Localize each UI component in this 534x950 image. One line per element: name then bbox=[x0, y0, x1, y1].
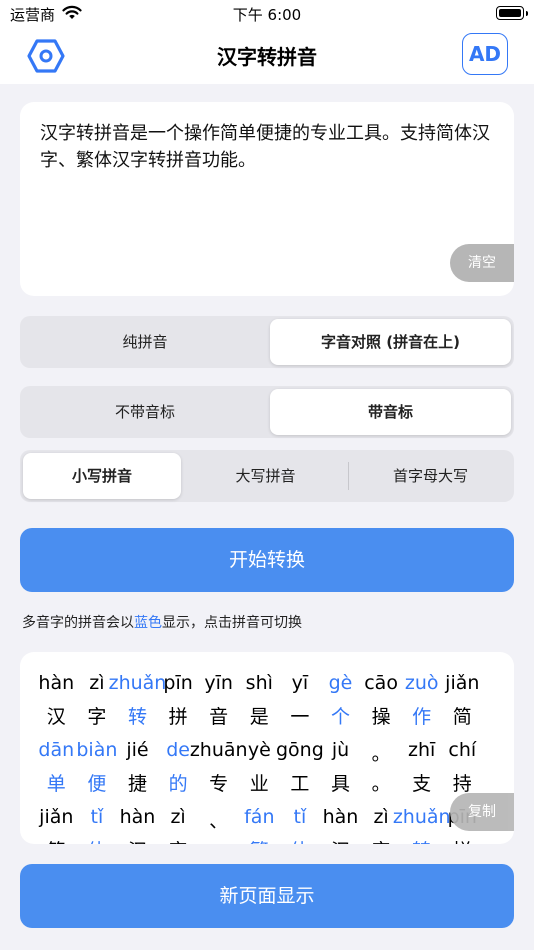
hanzi-char: 转 bbox=[127, 706, 147, 728]
hanzi-char: 工 bbox=[290, 773, 310, 795]
segment-char-pinyin-compare[interactable]: 字音对照 (拼音在上) bbox=[270, 319, 511, 365]
case-segmented-control: 小写拼音 大写拼音 首字母大写 bbox=[20, 450, 514, 502]
hanzi-char: 持 bbox=[452, 773, 472, 795]
hanzi-char: 专 bbox=[209, 773, 229, 795]
mode-segmented-control: 纯拼音 字音对照 (拼音在上) bbox=[20, 316, 514, 368]
hint-suffix: 显示，点击拼音可切换 bbox=[162, 615, 302, 631]
battery-icon bbox=[496, 6, 528, 20]
status-bar: 运营商 下午 6:00 bbox=[0, 0, 534, 28]
new-page-button[interactable]: 新页面显示 bbox=[20, 864, 514, 928]
segment-no-tone[interactable]: 不带音标 bbox=[23, 389, 267, 435]
nav-bar: 汉字转拼音 AD bbox=[0, 28, 534, 84]
clear-button[interactable]: 清空 bbox=[450, 244, 514, 282]
hanzi-char: 操 bbox=[371, 706, 391, 728]
hanzi-char: 一 bbox=[290, 706, 310, 728]
input-textarea[interactable]: 汉字转拼音是一个操作简单便捷的专业工具。支持简体汉字、繁体汉字转拼音功能。 清空 bbox=[20, 102, 514, 296]
segment-pure-pinyin[interactable]: 纯拼音 bbox=[23, 319, 267, 365]
segment-uppercase[interactable]: 大写拼音 bbox=[184, 453, 347, 499]
hint-highlight: 蓝色 bbox=[134, 615, 162, 631]
hanzi-char: 字 bbox=[158, 836, 199, 844]
hanzi-char: 作 bbox=[412, 706, 432, 728]
hanzi-char: 简 bbox=[452, 706, 472, 728]
pinyin-syllable: jiǎn bbox=[445, 672, 480, 694]
hanzi-char: 汉 bbox=[320, 836, 361, 844]
convert-button[interactable]: 开始转换 bbox=[20, 528, 514, 592]
hanzi-char: 便 bbox=[87, 773, 107, 795]
hanzi-char: 拼 bbox=[168, 706, 188, 728]
polyphone-hint: 多音字的拼音会以蓝色显示，点击拼音可切换 bbox=[22, 612, 302, 632]
page-title: 汉字转拼音 bbox=[217, 45, 317, 69]
hanzi-char: 。 bbox=[371, 773, 391, 795]
hanzi-char: 汉 bbox=[46, 706, 66, 728]
hanzi-char: 业 bbox=[249, 773, 269, 795]
hanzi-char: 是 bbox=[249, 706, 269, 728]
copy-button[interactable]: 复制 bbox=[450, 793, 514, 831]
hanzi-char: 繁 bbox=[239, 836, 280, 844]
pinyin-syllable: chí bbox=[448, 739, 477, 761]
tone-segmented-control: 不带音标 带音标 bbox=[20, 386, 514, 438]
hanzi-char: 单 bbox=[46, 773, 66, 795]
hanzi-char: 字 bbox=[87, 706, 107, 728]
segment-lowercase[interactable]: 小写拼音 bbox=[23, 453, 181, 499]
hanzi-char: 支 bbox=[412, 773, 432, 795]
clock: 下午 6:00 bbox=[232, 6, 302, 24]
hint-prefix: 多音字的拼音会以 bbox=[22, 615, 134, 631]
hanzi-char: 音 bbox=[209, 706, 229, 728]
hanzi-char: 字 bbox=[361, 836, 402, 844]
hanzi-char: 体 bbox=[77, 836, 118, 844]
hanzi-char: 个 bbox=[330, 706, 350, 728]
hanzi-char: 体 bbox=[280, 836, 321, 844]
hanzi-char: 简 bbox=[36, 836, 77, 844]
hanzi-char: 转 bbox=[401, 836, 442, 844]
input-text[interactable]: 汉字转拼音是一个操作简单便捷的专业工具。支持简体汉字、繁体汉字转拼音功能。 bbox=[40, 120, 500, 174]
hanzi-char: 具 bbox=[330, 773, 350, 795]
hanzi-char: 汉 bbox=[117, 836, 158, 844]
segment-capitalize[interactable]: 首字母大写 bbox=[350, 453, 511, 499]
hanzi-char: 、 bbox=[198, 836, 239, 844]
segment-divider bbox=[348, 462, 349, 490]
hanzi-char: 的 bbox=[168, 773, 188, 795]
hanzi-char: 捷 bbox=[127, 773, 147, 795]
segment-with-tone[interactable]: 带音标 bbox=[270, 389, 511, 435]
hanzi-char: 拼 bbox=[442, 836, 483, 844]
result-panel: hàn zì zhuǎn pīn yīn shì yī gè cāo zuò jiǎn 汉字转拼音是一… bbox=[20, 652, 514, 844]
ad-button[interactable]: AD bbox=[462, 33, 508, 75]
